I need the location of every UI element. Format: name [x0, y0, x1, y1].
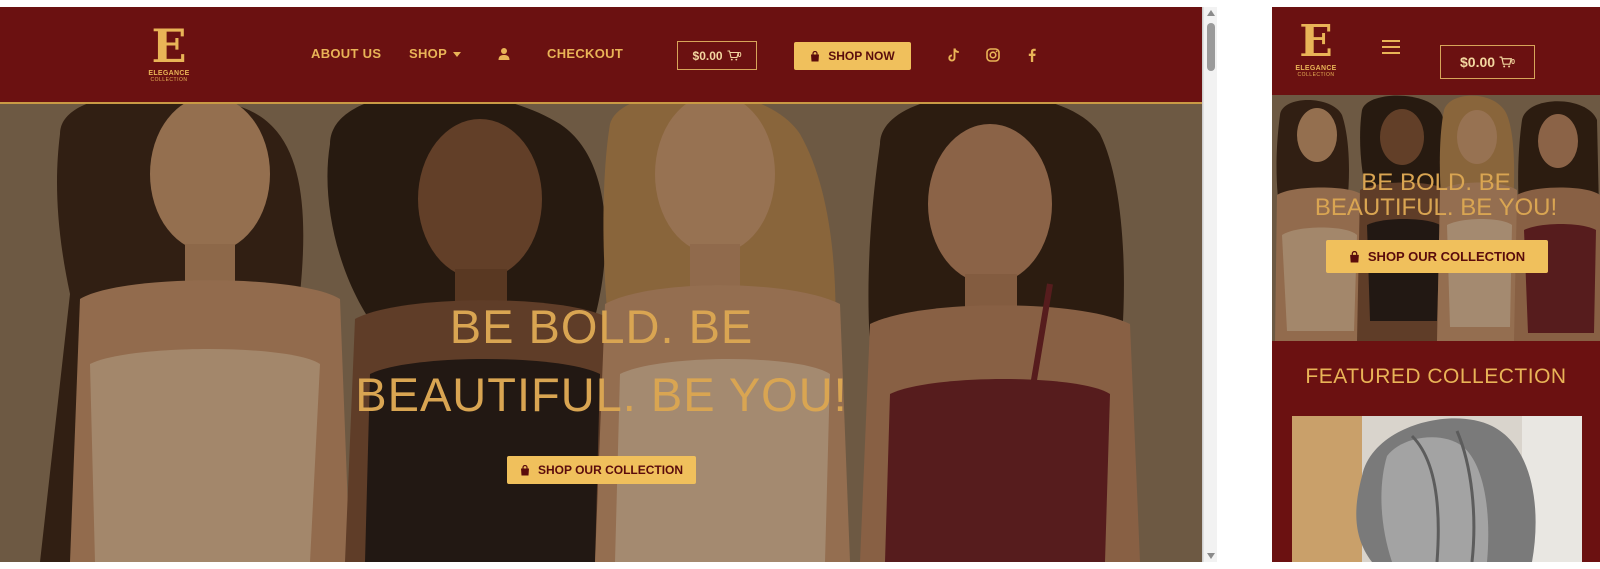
- shop-now-button[interactable]: SHOP NOW: [794, 42, 911, 70]
- logo-wordmark: ELEGANCE: [1295, 65, 1337, 72]
- featured-product-image[interactable]: [1292, 416, 1582, 562]
- page-preview-stage: E ELEGANCE COLLECTION ABOUT US SHOP CHEC…: [0, 0, 1600, 569]
- shop-collection-label: SHOP OUR COLLECTION: [537, 463, 684, 477]
- nav-shop-label: SHOP: [409, 46, 448, 61]
- logo-subtitle: COLLECTION: [150, 77, 188, 83]
- mobile-hero-headline-line2: BEAUTIFUL. BE YOU!: [1314, 194, 1558, 221]
- desktop-scrollbar[interactable]: [1203, 7, 1217, 562]
- hero-banner: BE BOLD. BE BEAUTIFUL. BE YOU! SHOP OUR …: [0, 104, 1202, 562]
- hamburger-icon[interactable]: [1382, 40, 1400, 54]
- brand-logo[interactable]: E ELEGANCE COLLECTION: [146, 23, 192, 83]
- scrollbar-thumb[interactable]: [1207, 23, 1215, 71]
- chevron-down-icon: [453, 52, 462, 58]
- shop-now-label: SHOP NOW: [828, 49, 895, 63]
- logo-mark: E: [151, 19, 187, 73]
- mobile-shop-collection-button[interactable]: SHOP OUR COLLECTION: [1326, 240, 1548, 273]
- mobile-cart-button[interactable]: $0.00 0: [1440, 45, 1535, 79]
- mobile-brand-logo[interactable]: E ELEGANCE COLLECTION: [1294, 20, 1338, 78]
- nav-checkout[interactable]: CHECKOUT: [547, 46, 623, 61]
- cart-count: 0: [737, 52, 742, 59]
- shop-collection-button[interactable]: SHOP OUR COLLECTION: [507, 456, 696, 484]
- featured-collection-section: FEATURED COLLECTION: [1272, 341, 1600, 562]
- logo-subtitle: COLLECTION: [1297, 72, 1335, 78]
- mobile-hero-headline-line1: BE BOLD. BE: [1361, 169, 1511, 196]
- logo-wordmark: ELEGANCE: [148, 70, 190, 77]
- shopping-bag-icon: [1350, 250, 1359, 262]
- shop-collection-label: SHOP OUR COLLECTION: [1367, 249, 1526, 264]
- tiktok-icon[interactable]: [946, 47, 962, 63]
- cart-amount: $0.00: [692, 48, 723, 63]
- site-header: E ELEGANCE COLLECTION ABOUT US SHOP CHEC…: [0, 7, 1202, 104]
- mobile-header: E ELEGANCE COLLECTION $0.00 0: [1272, 7, 1600, 95]
- hero-headline-line1: BE BOLD. BE: [449, 300, 754, 353]
- shopping-bag-icon: [811, 50, 820, 61]
- featured-collection-title: FEATURED COLLECTION: [1305, 365, 1567, 388]
- desktop-preview: E ELEGANCE COLLECTION ABOUT US SHOP CHEC…: [0, 7, 1203, 562]
- cart-button[interactable]: $0.00 0: [677, 41, 757, 70]
- mobile-preview: E ELEGANCE COLLECTION $0.00 0 BE BOLD. B…: [1272, 7, 1600, 562]
- facebook-icon[interactable]: [1024, 47, 1040, 63]
- user-icon[interactable]: [497, 47, 511, 61]
- scroll-down-arrow-icon[interactable]: [1207, 553, 1215, 559]
- product-photo: [1292, 416, 1582, 562]
- nav-shop[interactable]: SHOP: [409, 46, 462, 61]
- cart-amount: $0.00: [1460, 54, 1496, 70]
- cart-count: 0: [1511, 58, 1515, 66]
- mobile-hero-banner: BE BOLD. BE BEAUTIFUL. BE YOU! SHOP OUR …: [1272, 95, 1600, 341]
- instagram-icon[interactable]: [985, 47, 1001, 63]
- hero-headline-line2: BEAUTIFUL. BE YOU!: [355, 368, 848, 421]
- nav-about-us[interactable]: ABOUT US: [311, 46, 381, 61]
- shopping-bag-icon: [520, 464, 529, 475]
- scroll-up-arrow-icon[interactable]: [1207, 10, 1215, 16]
- logo-mark: E: [1299, 16, 1333, 67]
